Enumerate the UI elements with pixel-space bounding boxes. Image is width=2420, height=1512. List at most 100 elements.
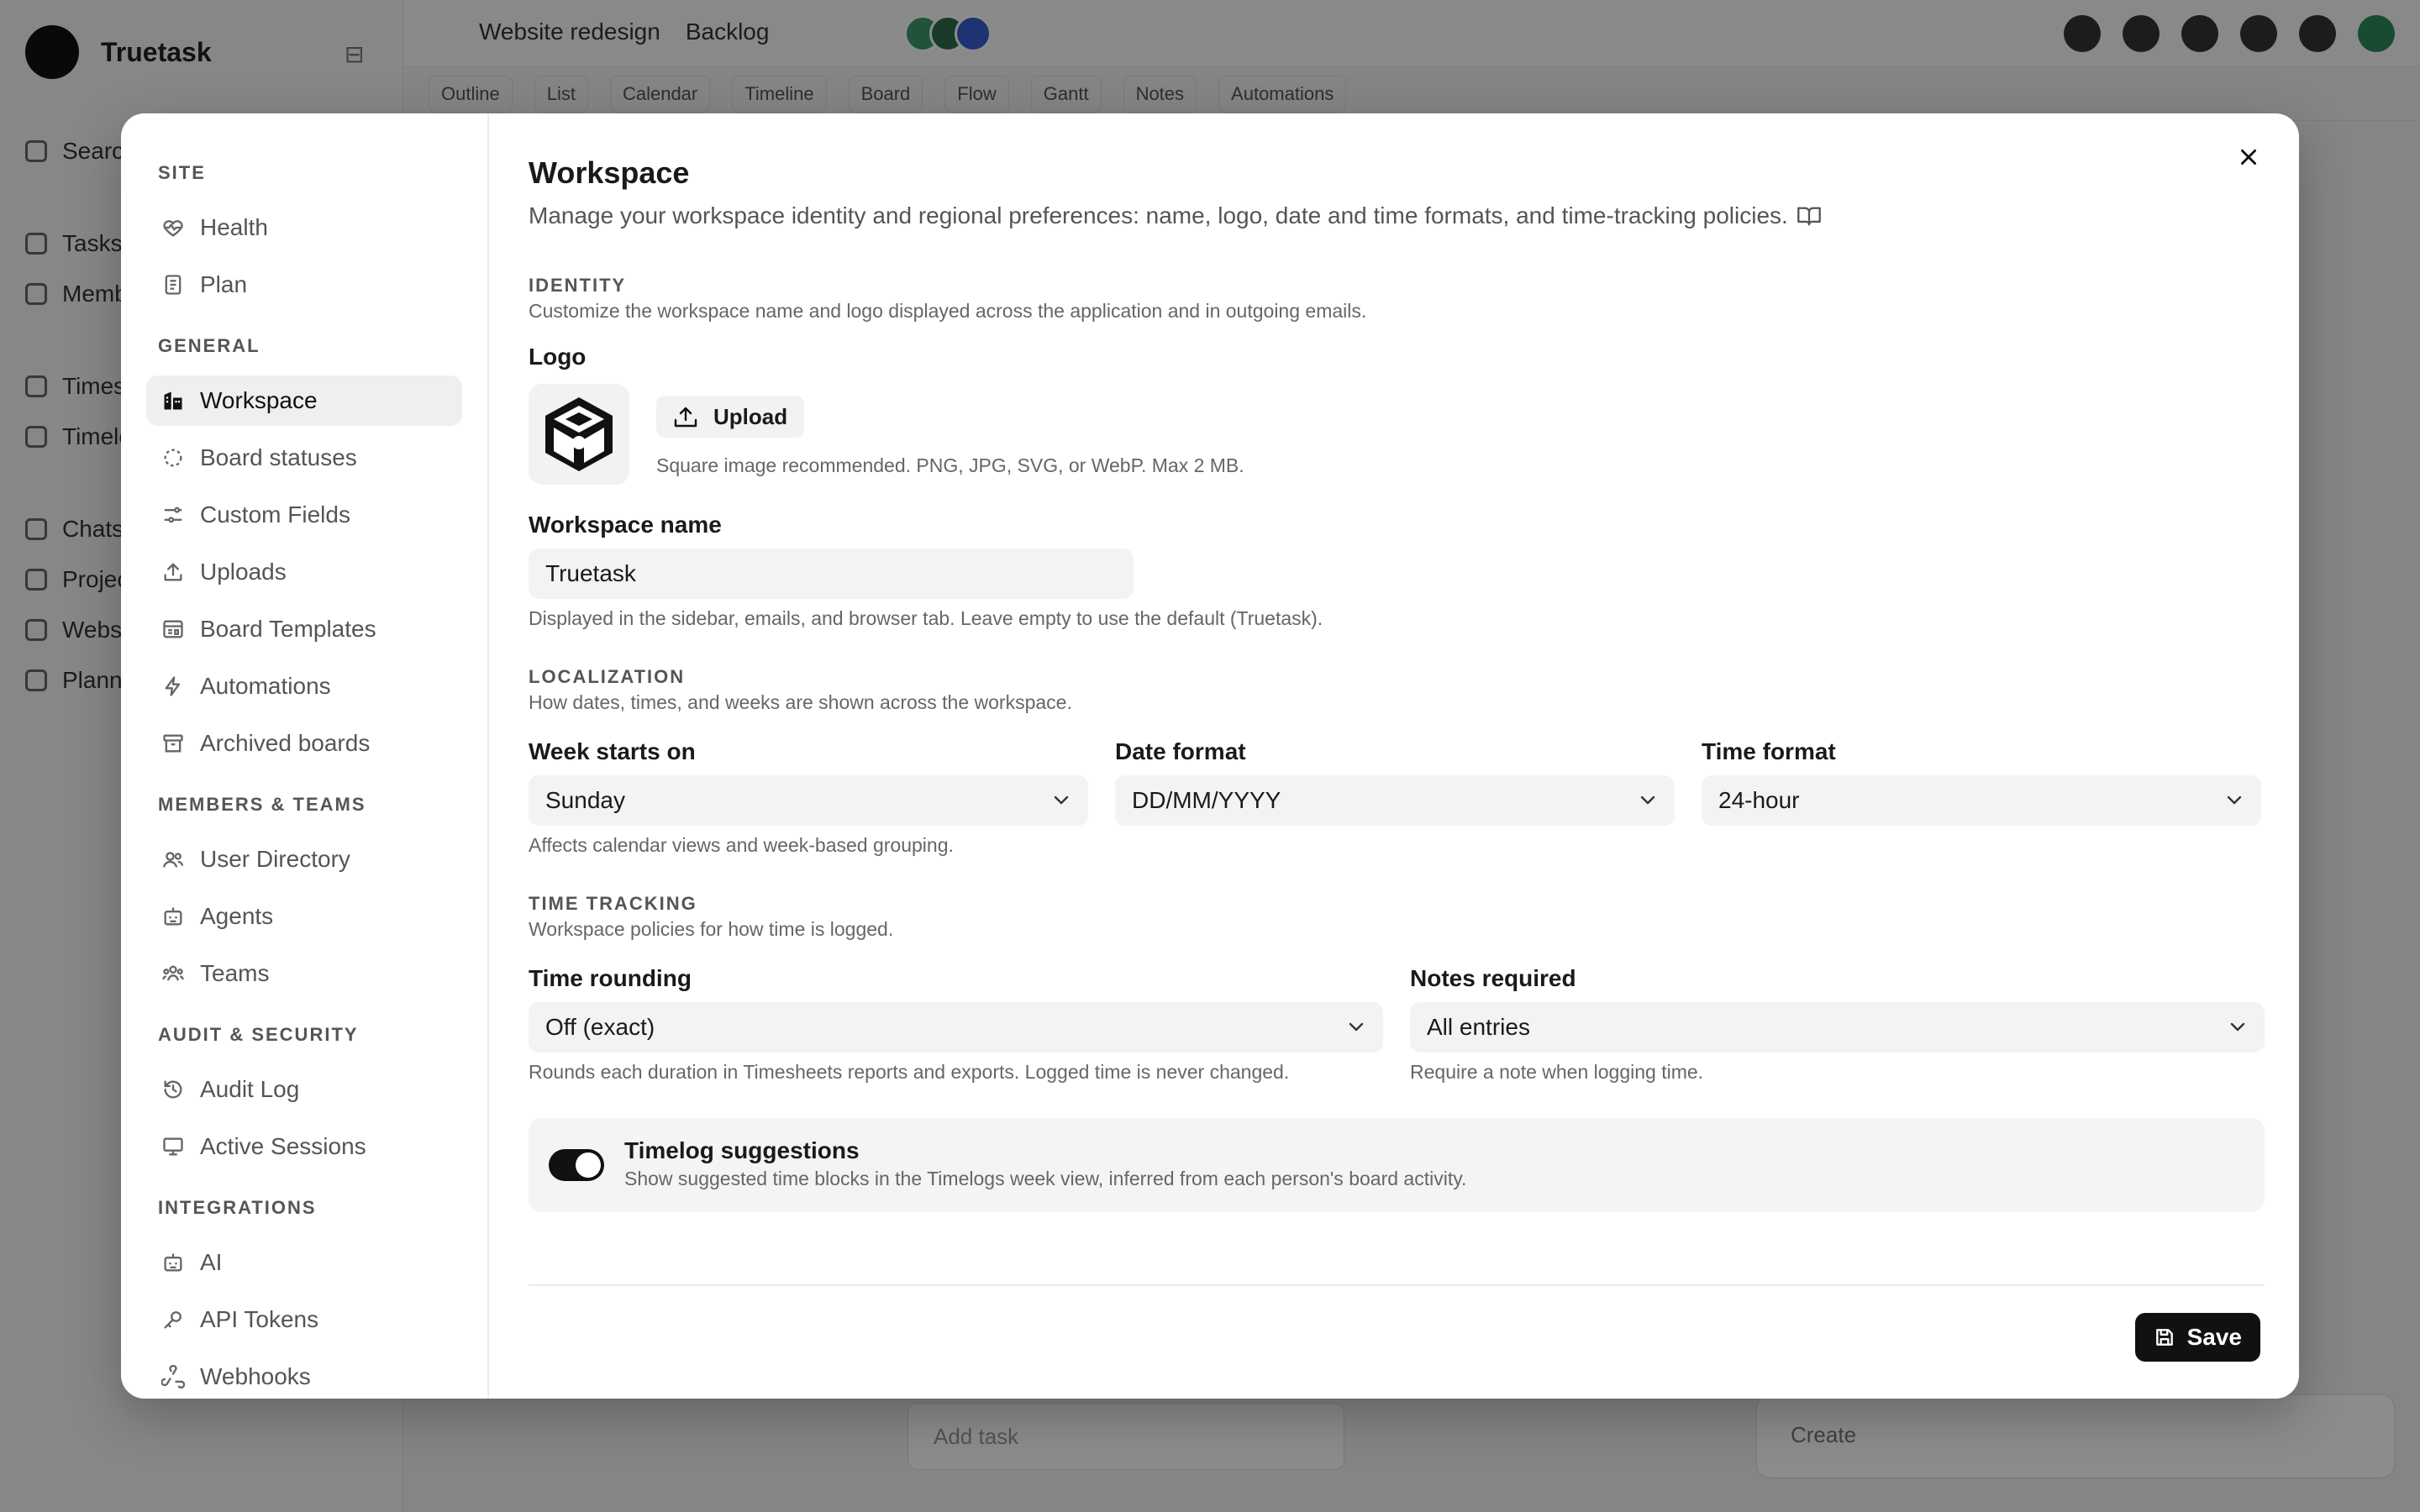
nav-section-members: MEMBERS & TEAMS <box>158 794 366 815</box>
nav-item-uploads[interactable]: Uploads <box>146 547 462 597</box>
nav-item-archived-boards[interactable]: Archived boards <box>146 718 462 769</box>
users-icon <box>162 852 184 868</box>
nav-item-custom-fields[interactable]: Custom Fields <box>146 490 462 540</box>
nav-item-label: Audit Log <box>200 1076 300 1102</box>
week-start-help: Affects calendar views and week-based gr… <box>529 834 954 856</box>
nav-item-audit-log[interactable]: Audit Log <box>146 1064 462 1115</box>
date-format-field: Date format DD/MM/YYYY <box>1115 738 1675 826</box>
week-start-select[interactable]: Sunday <box>529 775 1088 826</box>
sliders-icon <box>164 507 182 523</box>
logo-label: Logo <box>529 344 587 370</box>
notes-required-field: Notes required All entries Require a not… <box>1410 965 2265 1088</box>
nav-item-label: API Tokens <box>200 1306 319 1332</box>
notes-required-select[interactable]: All entries <box>1410 1002 2265 1053</box>
nav-item-board-templates[interactable]: Board Templates <box>146 604 462 654</box>
bot-icon <box>164 907 182 926</box>
footer-divider <box>529 1284 2265 1286</box>
nav-item-label: Board Templates <box>200 616 376 642</box>
localization-section-title: LOCALIZATION <box>529 666 686 687</box>
nav-item-board-statuses[interactable]: Board statuses <box>146 433 462 483</box>
workspace-name-label: Workspace name <box>529 512 722 538</box>
nav-item-health[interactable]: Health <box>146 202 462 253</box>
workspace-logo[interactable] <box>529 384 629 485</box>
upload-icon <box>674 407 697 428</box>
timelog-suggestions-card: Timelog suggestions Show suggested time … <box>529 1118 2265 1212</box>
nav-item-label: Active Sessions <box>200 1133 366 1159</box>
team-icon <box>162 965 184 981</box>
archive-icon <box>163 734 183 753</box>
settings-content: Workspace Manage your workspace identity… <box>529 155 2265 1212</box>
week-start-value: Sunday <box>545 787 625 813</box>
notes-required-help: Require a note when logging time. <box>1410 1061 1704 1083</box>
nav-item-label: Teams <box>200 960 270 986</box>
book-icon[interactable] <box>1797 205 1822 227</box>
nav-section-audit: AUDIT & SECURITY <box>158 1024 359 1045</box>
chevron-down-icon <box>1349 1022 1364 1032</box>
nav-item-label: Board statuses <box>200 444 357 470</box>
history-icon <box>164 1080 182 1099</box>
nav-item-label: Webhooks <box>200 1363 311 1389</box>
webhook-icon <box>161 1365 185 1389</box>
upload-logo-button[interactable]: Upload <box>656 396 805 438</box>
nav-item-plan[interactable]: Plan <box>146 260 462 310</box>
settings-sidebar: SITE Health Plan GENERAL Workspace Board… <box>121 113 489 1399</box>
logo-row: Upload Square image recommended. PNG, JP… <box>529 384 2265 485</box>
time-format-label: Time format <box>1702 738 1836 764</box>
nav-item-user-directory[interactable]: User Directory <box>146 834 462 885</box>
template-icon <box>163 620 183 638</box>
time-rounding-label: Time rounding <box>529 965 692 991</box>
nav-section-integrations: INTEGRATIONS <box>158 1197 317 1218</box>
truetask-logo-icon <box>545 397 613 471</box>
chevron-down-icon <box>2227 795 2242 805</box>
heart-pulse-icon <box>163 220 183 237</box>
save-button[interactable]: Save <box>2134 1313 2260 1362</box>
save-icon <box>2155 1329 2173 1346</box>
toggle-knob <box>576 1152 601 1178</box>
timelog-suggestions-desc: Show suggested time blocks in the Timelo… <box>624 1168 1467 1189</box>
time-rounding-select[interactable]: Off (exact) <box>529 1002 1383 1053</box>
nav-item-teams[interactable]: Teams <box>146 948 462 999</box>
time-tracking-fields: Time rounding Off (exact) Rounds each du… <box>529 965 2265 1088</box>
nav-item-agents[interactable]: Agents <box>146 891 462 942</box>
building-icon <box>164 391 182 410</box>
nav-item-api-tokens[interactable]: API Tokens <box>146 1294 462 1345</box>
nav-item-label: Custom Fields <box>200 501 350 528</box>
nav-item-webhooks[interactable]: Webhooks <box>146 1352 462 1399</box>
nav-section-general: GENERAL <box>158 335 260 356</box>
time-rounding-help: Rounds each duration in Timesheets repor… <box>529 1061 1290 1083</box>
localization-section-desc: How dates, times, and weeks are shown ac… <box>529 691 1072 713</box>
time-format-field: Time format 24-hour <box>1702 738 2261 826</box>
date-format-value: DD/MM/YYYY <box>1132 787 1281 813</box>
workspace-name-help: Displayed in the sidebar, emails, and br… <box>529 607 1323 629</box>
nav-item-label: Uploads <box>200 559 287 585</box>
notes-required-value: All entries <box>1427 1014 1530 1040</box>
nav-item-label: Automations <box>200 673 331 699</box>
timelog-suggestions-toggle[interactable] <box>549 1149 604 1181</box>
circle-dashed-icon <box>164 449 182 467</box>
nav-item-label: Workspace <box>200 387 318 413</box>
key-icon <box>164 1311 182 1329</box>
upload-label: Upload <box>713 403 788 429</box>
week-start-label: Week starts on <box>529 738 696 764</box>
nav-item-active-sessions[interactable]: Active Sessions <box>146 1121 462 1172</box>
workspace-name-input[interactable] <box>529 549 1134 599</box>
date-format-select[interactable]: DD/MM/YYYY <box>1115 775 1675 826</box>
localization-fields: Week starts on Sunday Date format DD/MM/… <box>529 738 2265 826</box>
nav-item-workspace[interactable]: Workspace <box>146 375 462 426</box>
page-title: Workspace <box>529 155 690 190</box>
time-tracking-section-desc: Workspace policies for how time is logge… <box>529 918 894 940</box>
time-rounding-field: Time rounding Off (exact) Rounds each du… <box>529 965 1383 1088</box>
nav-item-automations[interactable]: Automations <box>146 661 462 711</box>
upload-icon <box>164 563 182 581</box>
bolt-icon <box>165 676 181 696</box>
nav-item-label: Archived boards <box>200 730 371 756</box>
bot-icon <box>164 1253 182 1272</box>
settings-modal: SITE Health Plan GENERAL Workspace Board… <box>121 113 2299 1399</box>
chevron-down-icon <box>1054 795 1069 805</box>
nav-item-label: Health <box>200 214 268 240</box>
week-start-field: Week starts on Sunday <box>529 738 1088 826</box>
time-format-select[interactable]: 24-hour <box>1702 775 2261 826</box>
nav-item-ai[interactable]: AI <box>146 1237 462 1288</box>
receipt-icon <box>165 275 182 295</box>
page-description: Manage your workspace identity and regio… <box>529 199 2265 233</box>
